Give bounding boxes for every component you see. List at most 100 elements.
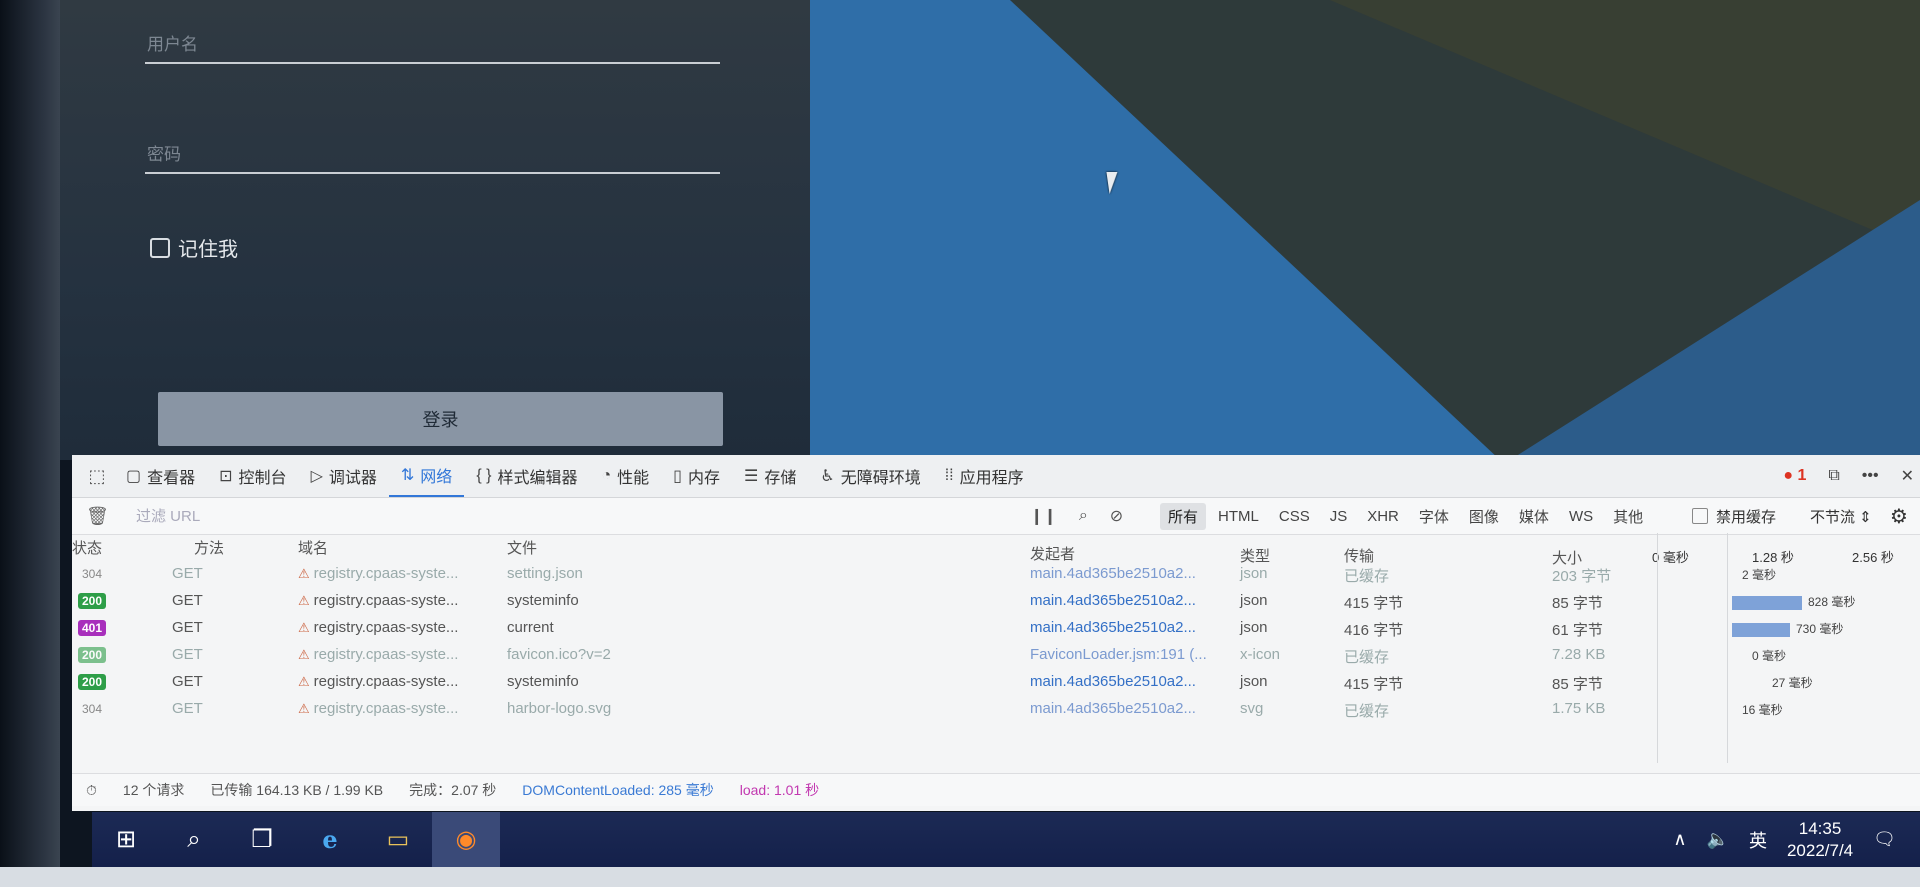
monitor-bottom-edge	[0, 867, 1920, 887]
waterfall-timing: 0 毫秒	[1752, 649, 1787, 663]
request-method: GET	[172, 673, 203, 690]
request-initiator[interactable]: FaviconLoader.jsm:191 (...	[1030, 646, 1207, 663]
type-filter-button[interactable]: 图像	[1461, 503, 1507, 530]
ime-indicator[interactable]: 英	[1749, 827, 1767, 853]
throttle-select[interactable]: 不节流 ⇕	[1810, 506, 1872, 527]
performance-icon: ◔	[601, 467, 612, 484]
disable-cache-checkbox[interactable]	[1692, 508, 1708, 524]
request-method: GET	[172, 646, 203, 663]
col-domain[interactable]: 域名	[298, 537, 328, 558]
password-field[interactable]	[145, 138, 724, 174]
internet-explorer-icon[interactable]: e	[296, 812, 364, 867]
insecure-lock-icon: ⚠	[298, 647, 310, 662]
type-filter-button[interactable]: 媒体	[1511, 503, 1557, 530]
tab-accessibility[interactable]: ♿ 无障碍环境	[808, 455, 932, 497]
pause-icon[interactable]: ❙❙	[1030, 506, 1057, 526]
request-initiator[interactable]: main.4ad365be2510a2...	[1030, 700, 1196, 717]
task-view-icon[interactable]: ❐	[228, 812, 296, 867]
tab-style-editor[interactable]: { } 样式编辑器	[464, 455, 589, 497]
tab-console[interactable]: ⊡ 控制台	[207, 455, 298, 497]
request-domain: ⚠ registry.cpaas-syste...	[298, 619, 458, 636]
close-icon[interactable]: ✕	[1901, 466, 1914, 486]
col-status[interactable]: 状态	[72, 537, 102, 558]
tab-label: 存储	[764, 470, 797, 487]
request-initiator[interactable]: main.4ad365be2510a2...	[1030, 619, 1196, 636]
request-file: systeminfo	[507, 592, 579, 609]
type-filter-button[interactable]: CSS	[1271, 505, 1318, 528]
clock-date: 2022/7/4	[1786, 840, 1854, 860]
responsive-mode-icon[interactable]: ⧉	[1828, 467, 1839, 485]
type-filter-button[interactable]: WS	[1561, 505, 1601, 528]
request-transferred: 已缓存	[1344, 649, 1390, 666]
tab-memory[interactable]: ▯ 内存	[661, 455, 732, 497]
tab-storage[interactable]: ☰ 存储	[732, 455, 808, 497]
background-art	[810, 0, 1920, 460]
type-filter-button[interactable]: XHR	[1359, 505, 1407, 528]
error-count-badge[interactable]: ● 1	[1783, 467, 1806, 485]
clear-log-icon[interactable]: 🗑	[86, 506, 112, 527]
login-panel	[60, 0, 810, 460]
request-type: x-icon	[1240, 646, 1281, 663]
type-filter-button[interactable]: JS	[1322, 505, 1356, 528]
network-toolbar: 🗑 ❙❙ ⌕ ⊘ 所有HTMLCSSJSXHR字体图像媒体WS其他 禁用缓存 不…	[72, 498, 1920, 535]
tab-debugger[interactable]: ▷ 调试器	[299, 455, 389, 497]
insecure-lock-icon: ⚠	[298, 620, 310, 635]
application-icon: ⁞⁞	[944, 467, 954, 484]
tab-label: 性能	[617, 470, 650, 487]
settings-gear-icon[interactable]: ⚙	[1890, 498, 1908, 534]
volume-muted-icon[interactable]: 🔈	[1707, 829, 1729, 850]
type-filters: 所有 HTML CSS JS XHR 字体 图像 媒体 WS 其他	[1160, 498, 1651, 534]
remember-label: 记住我	[178, 239, 238, 261]
devtools-panel: ⬚ ▢ 查看器 ⊡ 控制台 ▷ 调试器 ⇅ 网络 { } 样式编辑器 ◔ 性能 ▯ 内存 ☰ 存储 ♿ 无障碍环境…	[72, 455, 1920, 811]
request-initiator[interactable]: main.4ad365be2510a2...	[1030, 565, 1196, 582]
status-badge: 200	[78, 593, 107, 609]
remember-me[interactable]: 记住我	[150, 233, 238, 262]
waterfall-bar	[1732, 623, 1790, 637]
filter-url-input[interactable]	[134, 502, 438, 530]
request-initiator[interactable]: main.4ad365be2510a2...	[1030, 592, 1196, 609]
devtools-right-controls: ● 1 ⧉ ••• ✕	[1783, 455, 1914, 497]
element-picker-icon[interactable]: ⬚	[80, 455, 114, 497]
waterfall-timing: 730 毫秒	[1796, 622, 1844, 636]
username-input[interactable]	[145, 28, 724, 62]
domain-text: registry.cpaas-syste...	[313, 592, 459, 609]
search-icon[interactable]: ⌕	[160, 812, 228, 867]
network-summary-bar: ⏱ 12 个请求 已传输 164.13 KB / 1.99 KB 完成：2.07…	[72, 773, 1920, 806]
background-polygons	[810, 0, 1920, 460]
request-transferred: 416 字节	[1344, 622, 1404, 639]
block-icon[interactable]: ⊘	[1110, 506, 1123, 526]
password-input[interactable]	[145, 138, 724, 172]
request-initiator[interactable]: main.4ad365be2510a2...	[1030, 673, 1196, 690]
more-options-icon[interactable]: •••	[1862, 467, 1879, 485]
request-domain: ⚠ registry.cpaas-syste...	[298, 646, 458, 663]
windows-start-icon[interactable]: ⊞	[92, 812, 160, 867]
type-filter-button[interactable]: 字体	[1411, 503, 1457, 530]
disable-cache-label: 禁用缓存	[1716, 508, 1777, 526]
clock[interactable]: 14:35 2022/7/4	[1787, 818, 1853, 862]
remember-checkbox[interactable]	[150, 237, 170, 258]
login-button[interactable]: 登录	[158, 392, 723, 446]
type-filter-button[interactable]: HTML	[1210, 505, 1267, 528]
firefox-icon[interactable]: ◉	[432, 812, 500, 867]
domain-text: registry.cpaas-syste...	[313, 565, 459, 582]
type-filter-button[interactable]: 其他	[1605, 503, 1651, 530]
tab-network[interactable]: ⇅ 网络	[388, 455, 465, 497]
tray-chevron-up-icon[interactable]: ∧	[1673, 829, 1686, 850]
stopwatch-icon[interactable]: ⏱	[86, 782, 97, 799]
notification-icon[interactable]: 🗨	[1873, 829, 1896, 850]
tab-application[interactable]: ⁞⁞ 应用程序	[933, 455, 1036, 497]
status-badge: 304	[82, 702, 103, 716]
username-field[interactable]	[145, 28, 724, 64]
col-method[interactable]: 方法	[194, 537, 224, 558]
search-icon[interactable]: ⌕	[1079, 507, 1088, 525]
request-size: 85 字节	[1552, 595, 1603, 612]
file-explorer-icon[interactable]: ▭	[364, 812, 432, 867]
request-method: GET	[172, 700, 203, 717]
tab-inspector[interactable]: ▢ 查看器	[114, 455, 207, 497]
type-filter-button[interactable]: 所有	[1160, 502, 1207, 530]
request-file: current	[507, 619, 554, 636]
table-row[interactable]: 304 GET ⚠ registry.cpaas-syste... harbor-log…	[72, 694, 1920, 726]
col-file[interactable]: 文件	[507, 537, 537, 558]
status-badge: 401	[78, 620, 107, 636]
tab-performance[interactable]: ◔ 性能	[589, 455, 661, 497]
